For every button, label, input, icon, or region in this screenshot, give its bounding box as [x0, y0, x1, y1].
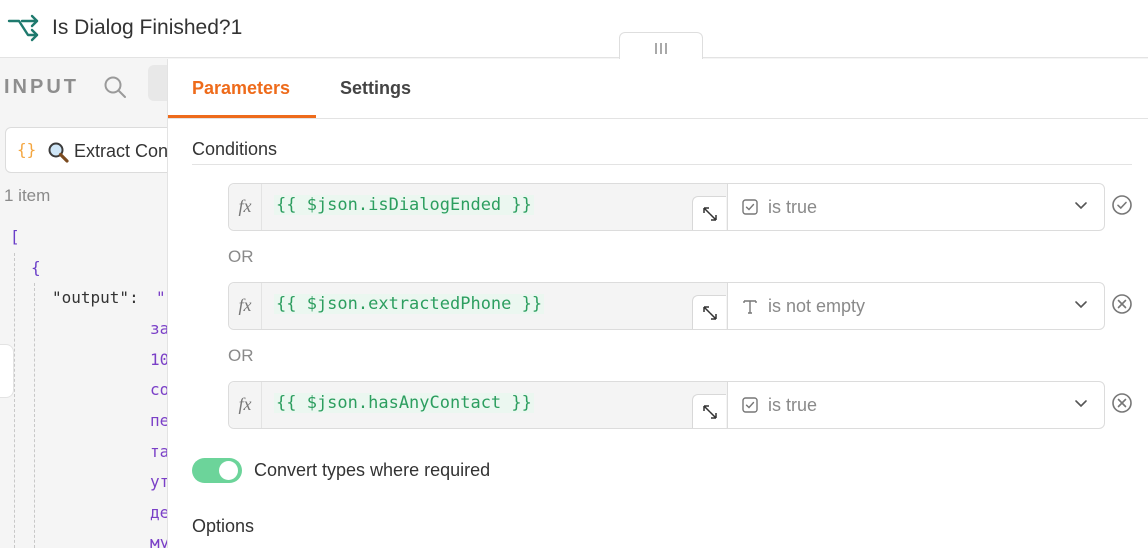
chevron-down-icon [1075, 301, 1087, 309]
json-open-bracket: [ [10, 227, 20, 246]
fx-icon: fx [229, 283, 262, 329]
options-heading: Options [192, 516, 255, 536]
tab-settings[interactable]: Settings [340, 78, 411, 99]
node-editor: Is Dialog Finished?1 INPUT {} Extract Co… [0, 0, 1148, 548]
expand-icon [703, 306, 717, 320]
json-open-brace: { [31, 258, 41, 277]
or-separator: OR [228, 346, 254, 365]
tab-parameters[interactable]: Parameters [192, 78, 290, 99]
expression-field[interactable]: {{ $json.isDialogEnded }} [262, 184, 727, 230]
display-mode-tab[interactable] [148, 65, 167, 101]
magnifier-icon [48, 142, 69, 163]
json-string-line: та [150, 442, 167, 461]
operator-select[interactable]: is not empty [727, 283, 1104, 329]
or-separator: OR [228, 247, 254, 266]
divider [192, 164, 1132, 165]
open-expression-editor-button[interactable] [692, 394, 726, 428]
operator-select[interactable]: is true [727, 382, 1104, 428]
checkbox-icon [742, 199, 758, 215]
operator-select[interactable]: is true [727, 184, 1104, 230]
json-node-icon: {} [17, 140, 37, 159]
operator-label: is true [768, 197, 818, 217]
json-string-line: 10 [150, 350, 167, 369]
chevron-down-icon [1075, 400, 1087, 408]
parameters-panel: Parameters Settings Conditions fx {{ $js… [167, 59, 1148, 548]
text-type-icon [743, 300, 757, 314]
input-node-name: Extract Con [74, 141, 167, 161]
tab-bar: Parameters Settings [168, 59, 1148, 119]
expression-field[interactable]: {{ $json.extractedPhone }} [262, 283, 727, 329]
node-header: Is Dialog Finished?1 [0, 0, 1148, 59]
remove-condition-icon[interactable] [1111, 293, 1133, 315]
expression-value: {{ $json.extractedPhone }} [274, 294, 545, 314]
json-key: "output": [52, 288, 139, 307]
expression-value: {{ $json.hasAnyContact }} [274, 393, 534, 413]
indent-guide [14, 253, 15, 548]
operator-label: is true [768, 395, 818, 415]
fx-icon: fx [229, 382, 262, 428]
checkbox-icon [742, 397, 758, 413]
condition-row: fx {{ $json.extractedPhone }} is not emp… [228, 282, 1105, 330]
search-icon[interactable] [103, 75, 127, 99]
json-string-line: ут [150, 472, 167, 491]
json-string-line: за [150, 319, 167, 338]
expression-field[interactable]: {{ $json.hasAnyContact }} [262, 382, 727, 428]
json-string-line: пе [150, 411, 167, 430]
open-expression-editor-button[interactable] [692, 196, 726, 230]
conditions-heading: Conditions [192, 139, 278, 159]
open-expression-editor-button[interactable] [692, 295, 726, 329]
fx-icon: fx [229, 184, 262, 230]
grip-icon [655, 43, 668, 54]
node-title[interactable]: Is Dialog Finished?1 [52, 16, 242, 40]
input-node-select[interactable]: {} Extract Con [5, 127, 167, 173]
toggle-knob [219, 461, 238, 480]
json-string-line: со [150, 380, 167, 399]
check-circle-icon[interactable] [1111, 194, 1133, 216]
panel-resize-handle[interactable] [619, 32, 703, 59]
input-panel: INPUT {} Extract Con 1 item [ { "output"… [0, 59, 167, 548]
item-count: 1 item [4, 186, 51, 205]
expand-icon [703, 207, 717, 221]
expand-icon [703, 405, 717, 419]
convert-types-toggle[interactable] [192, 458, 242, 483]
json-string-start: " [156, 288, 166, 307]
expression-value: {{ $json.isDialogEnded }} [274, 195, 534, 215]
remove-condition-icon[interactable] [1111, 392, 1133, 414]
convert-types-label: Convert types where required [254, 460, 491, 480]
branch-icon [7, 14, 39, 42]
operator-label: is not empty [768, 296, 866, 316]
panel-collapse-handle[interactable] [0, 344, 14, 398]
input-panel-title: INPUT [4, 76, 79, 98]
chevron-down-icon [1075, 202, 1087, 210]
json-string-line: му [150, 533, 167, 548]
active-tab-indicator [168, 115, 316, 118]
condition-row: fx {{ $json.hasAnyContact }} is true [228, 381, 1105, 429]
condition-row: fx {{ $json.isDialogEnded }} is true [228, 183, 1105, 231]
indent-guide [34, 283, 35, 548]
json-string-line: де [150, 503, 167, 522]
